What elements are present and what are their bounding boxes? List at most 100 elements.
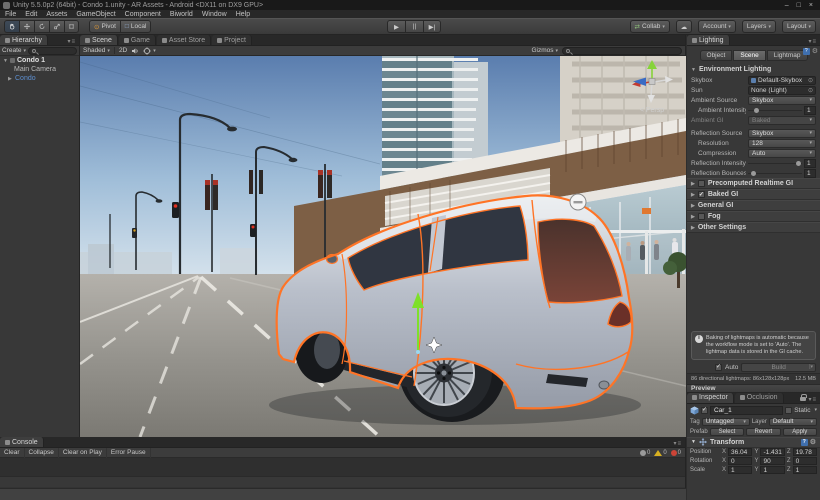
pivot-toggle-button[interactable]: ⊙ Pivot — [89, 20, 120, 33]
section-fog[interactable]: ▶ ✓ Fog — [687, 211, 820, 222]
warning-count-toggle[interactable]: 0 — [654, 449, 667, 456]
step-button[interactable]: ▶| — [423, 20, 441, 33]
tab-scene[interactable]: Scene — [80, 35, 118, 45]
static-dropdown[interactable]: ✓ Static ▾ — [785, 406, 817, 414]
reflection-intensity-field[interactable]: 1 — [804, 158, 816, 168]
section-general-gi[interactable]: ▶ General GI — [687, 200, 820, 211]
audio-toggle[interactable] — [131, 47, 139, 55]
tab-occlusion[interactable]: Occlusion — [734, 392, 784, 403]
lighting-subtab-scene[interactable]: Scene — [733, 49, 766, 61]
lighting-subtab-lightmap[interactable]: Lightmap — [766, 49, 808, 61]
fog-checkbox[interactable]: ✓ — [697, 213, 705, 220]
position-x-field[interactable]: 36.04 — [728, 448, 753, 457]
collab-button[interactable]: ⇄ Collab ▾ — [629, 20, 670, 33]
foldout-closed-icon[interactable]: ▶ — [8, 76, 13, 82]
tab-project[interactable]: Project — [212, 35, 252, 45]
static-checkbox[interactable]: ✓ — [785, 406, 793, 414]
rotation-x-field[interactable]: 0 — [728, 457, 753, 466]
reflection-bounces-slider[interactable] — [748, 170, 802, 177]
move-tool-button[interactable] — [19, 20, 34, 33]
panel-menu-icon[interactable]: ▾≡ — [673, 440, 685, 447]
collapse-button[interactable]: Collapse — [25, 447, 59, 458]
position-y-field[interactable]: -1.431 — [760, 448, 785, 457]
build-button[interactable]: Build |▾ — [741, 362, 816, 372]
persp-label[interactable]: < Persp — [640, 107, 664, 114]
ambient-intensity-field[interactable]: 1 — [804, 105, 816, 115]
transform-header[interactable]: ▼ Transform ? ⚙ — [687, 436, 820, 448]
rotate-tool-button[interactable] — [34, 20, 49, 33]
panel-menu-icon[interactable]: ▾≡ — [808, 38, 820, 45]
comment-gizmo-icon[interactable] — [569, 193, 587, 211]
object-picker-icon[interactable]: ⊙ — [808, 87, 813, 94]
clear-on-play-button[interactable]: Clear on Play — [59, 447, 107, 458]
tab-hierarchy[interactable]: Hierarchy — [0, 35, 48, 45]
menu-component[interactable]: Component — [125, 11, 161, 18]
shading-mode-dropdown[interactable]: Shaded ▾ — [83, 47, 110, 54]
ambient-intensity-slider[interactable] — [748, 107, 802, 114]
reflection-bounces-field[interactable]: 1 — [804, 168, 816, 178]
close-button[interactable]: × — [809, 2, 813, 9]
account-dropdown[interactable]: Account ▾ — [697, 20, 736, 33]
ambient-source-dropdown[interactable]: Skybox ▾ — [748, 95, 816, 105]
gear-icon[interactable]: ⚙ — [812, 47, 818, 55]
scale-tool-button[interactable] — [49, 20, 64, 33]
lighting-subtab-object[interactable]: Object — [699, 49, 733, 61]
scale-z-field[interactable]: 1 — [792, 466, 818, 475]
error-pause-button[interactable]: Error Pause — [107, 447, 151, 458]
minimize-button[interactable]: – — [785, 2, 789, 9]
section-precomputed-realtime-gi[interactable]: ▶ ✓ Precomputed Realtime GI — [687, 178, 820, 189]
scale-y-field[interactable]: 1 — [760, 466, 785, 475]
info-count-toggle[interactable]: 0 — [639, 449, 650, 456]
tab-asset-store[interactable]: Asset Store — [156, 35, 212, 45]
menu-file[interactable]: File — [5, 11, 16, 18]
foldout-open-icon[interactable]: ▼ — [3, 58, 8, 64]
tab-lighting[interactable]: Lighting — [687, 35, 730, 45]
hierarchy-item-main-camera[interactable]: Main Camera — [0, 65, 79, 74]
tab-console[interactable]: Console — [0, 437, 44, 447]
hierarchy-search-input[interactable] — [28, 46, 77, 55]
gear-icon[interactable]: ⚙ — [810, 438, 816, 446]
gizmos-dropdown[interactable]: Gizmos ▾ — [531, 47, 558, 54]
maximize-button[interactable]: □ — [797, 2, 801, 9]
section-baked-gi[interactable]: ▶ ✓ Baked GI — [687, 189, 820, 200]
tab-inspector[interactable]: Inspector — [687, 392, 734, 403]
scene-search-input[interactable] — [562, 46, 682, 55]
play-button[interactable]: ▶ — [387, 20, 405, 33]
menu-gameobject[interactable]: GameObject — [76, 11, 115, 18]
rect-tool-button[interactable] — [64, 20, 79, 33]
reflection-source-dropdown[interactable]: Skybox ▾ — [748, 128, 816, 138]
auto-checkbox[interactable]: ✓ — [715, 363, 722, 371]
environment-lighting-header[interactable]: ▼ Environment Lighting — [687, 64, 820, 75]
resolution-dropdown[interactable]: 128 ▾ — [748, 138, 816, 148]
panel-menu-icon[interactable]: ▾≡ — [808, 396, 817, 403]
baked-gi-checkbox[interactable]: ✓ — [697, 191, 705, 198]
position-z-field[interactable]: 19.78 — [792, 448, 818, 457]
hierarchy-item-condo[interactable]: ▶ Condo — [0, 74, 79, 83]
preview-bar[interactable]: Preview — [687, 383, 820, 393]
panel-menu-icon[interactable]: ▾≡ — [67, 38, 79, 45]
error-count-toggle[interactable]: 0 — [670, 449, 681, 456]
hand-tool-button[interactable] — [4, 20, 19, 33]
menu-window[interactable]: Window — [202, 11, 227, 18]
layout-dropdown[interactable]: Layout ▾ — [781, 20, 816, 33]
local-toggle-button[interactable]: □ Local — [119, 20, 152, 33]
pause-button[interactable]: || — [405, 20, 423, 33]
prefab-apply-button[interactable]: Apply — [782, 427, 817, 436]
hierarchy-scene-row[interactable]: ▼ Condo 1 — [0, 56, 79, 65]
menu-edit[interactable]: Edit — [25, 11, 37, 18]
clear-button[interactable]: Clear — [0, 447, 25, 458]
menu-help[interactable]: Help — [236, 11, 250, 18]
compression-dropdown[interactable]: Auto ▾ — [748, 148, 816, 158]
section-other-settings[interactable]: ▶ Other Settings — [687, 222, 820, 233]
layer-dropdown[interactable]: Default ▾ — [768, 417, 818, 426]
sun-object-field[interactable]: None (Light) ⊙ — [748, 85, 816, 95]
rotation-y-field[interactable]: 90 — [760, 457, 785, 466]
help-icon[interactable]: ? — [802, 47, 810, 55]
precomputed-gi-checkbox[interactable]: ✓ — [697, 180, 705, 187]
2d-toggle[interactable]: 2D — [119, 47, 127, 54]
gameobject-name-field[interactable]: Car_1 — [710, 405, 784, 415]
scale-x-field[interactable]: 1 — [728, 466, 753, 475]
effects-dropdown[interactable]: ▾ — [143, 46, 156, 55]
object-picker-icon[interactable]: ⊙ — [808, 77, 813, 84]
console-log-area[interactable] — [0, 458, 685, 477]
